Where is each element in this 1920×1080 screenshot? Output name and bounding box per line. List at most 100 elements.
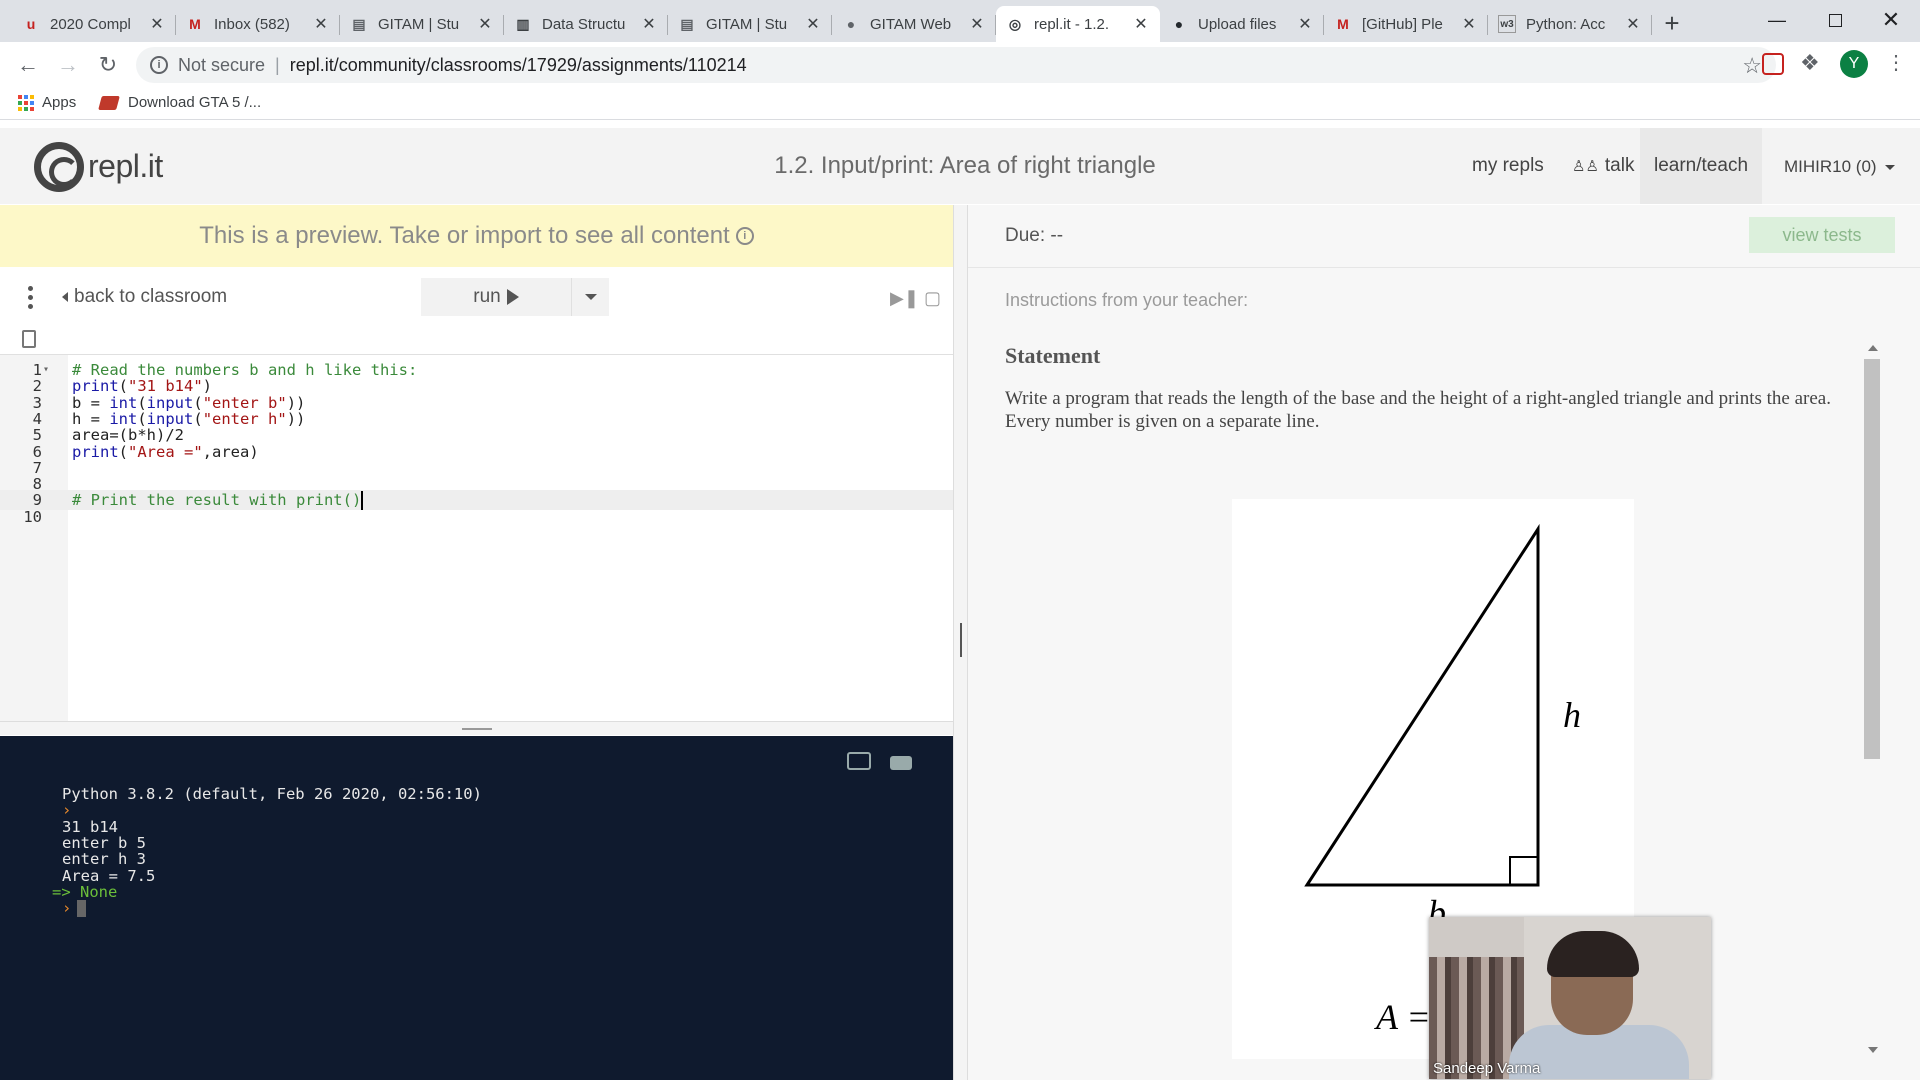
page-title: 1.2. Input/print: Area of right triangle: [774, 152, 1156, 179]
code-editor[interactable]: 1 ▾ # Read the numbers b and h like this: 2…: [0, 354, 953, 1075]
nav-talk-label: talk: [1604, 155, 1635, 176]
webcam-overlay[interactable]: Sandeep Varma: [1429, 917, 1711, 1079]
tab-title: Upload files: [1198, 15, 1277, 33]
view-tests-button[interactable]: view tests: [1749, 217, 1895, 253]
tab-title: Inbox (582): [214, 15, 290, 33]
close-tab-icon[interactable]: ✕: [312, 14, 330, 34]
minimize-button[interactable]: —: [1748, 0, 1806, 40]
line-number: 10: [23, 507, 42, 526]
console-line: Python 3.8.2 (default, Feb 26 2020, 02:5…: [62, 784, 482, 804]
apps-grid-icon: [18, 94, 34, 111]
doc-icon: ▤: [352, 15, 366, 32]
browser-tab[interactable]: ▥ Data Structu ✕: [504, 6, 668, 42]
bookmark-label: Download GTA 5 /...: [128, 94, 262, 111]
console-clear-icon[interactable]: [847, 752, 871, 770]
browser-tab[interactable]: M Inbox (582) ✕: [176, 6, 340, 42]
browser-tab[interactable]: ● GITAM Web ✕: [832, 6, 996, 42]
browser-tab[interactable]: w3 Python: Acc ✕: [1488, 6, 1652, 42]
close-window-button[interactable]: ✕: [1862, 0, 1920, 40]
close-tab-icon[interactable]: ✕: [1296, 14, 1314, 34]
extensions-puzzle-icon[interactable]: ❖: [1800, 50, 1820, 76]
back-to-classroom-link[interactable]: back to classroom: [62, 286, 227, 308]
kebab-menu-icon[interactable]: [28, 286, 33, 313]
browser-tab[interactable]: ◎ repl.it - 1.2. ✕: [996, 6, 1160, 42]
new-tab-button[interactable]: +: [1657, 8, 1687, 38]
close-tab-icon[interactable]: ✕: [1624, 14, 1642, 34]
panel-divider-line: [968, 267, 1920, 268]
back-arrow-icon[interactable]: ←: [12, 49, 44, 81]
pocket-extension-icon[interactable]: [1762, 53, 1784, 75]
console-delete-icon[interactable]: [890, 756, 912, 770]
code-line[interactable]: 10: [0, 507, 953, 527]
run-label: run: [473, 286, 501, 307]
play-icon: [506, 289, 519, 305]
panel-divider[interactable]: [953, 205, 968, 1080]
label-area: A =: [1374, 997, 1431, 1037]
run-button[interactable]: run: [421, 278, 571, 316]
console-line: ›: [62, 898, 87, 918]
bookmark-label: Apps: [42, 94, 77, 111]
forward-arrow-icon[interactable]: →: [52, 49, 84, 81]
tab-title: GITAM | Stu: [706, 15, 788, 33]
webcam-name-label: Sandeep Varma: [1433, 1060, 1541, 1077]
url-text[interactable]: repl.it/community/classrooms/17929/assig…: [290, 55, 747, 76]
browser-tab[interactable]: ▤ GITAM | Stu ✕: [340, 6, 504, 42]
console-text: Python 3.8.2 (default, Feb 26 2020, 02:5…: [62, 785, 482, 803]
statement-scrollbar[interactable]: [1864, 345, 1880, 1055]
nav-learn-teach[interactable]: learn/teach: [1640, 128, 1763, 204]
run-options-dropdown[interactable]: [571, 278, 609, 316]
console-text: ›: [62, 899, 72, 918]
browser-tab[interactable]: ● Upload files ✕: [1160, 6, 1324, 42]
editor-console-resize-handle[interactable]: [0, 721, 953, 735]
fullscreen-exit-icon[interactable]: ▢: [924, 288, 941, 309]
file-icon[interactable]: [22, 330, 36, 348]
bookmark-star-icon[interactable]: ☆: [1742, 53, 1762, 79]
tab-title: 2020 Compl: [50, 15, 131, 33]
browser-tab[interactable]: u 2020 Compl ✕: [12, 6, 176, 42]
console-output[interactable]: Python 3.8.2 (default, Feb 26 2020, 02:5…: [0, 736, 953, 1080]
maximize-button[interactable]: [1806, 0, 1864, 40]
bookmarks-bar: Apps Download GTA 5 /...: [0, 88, 1920, 120]
address-bar[interactable]: i Not secure | repl.it/community/classro…: [136, 47, 1776, 83]
replit-logo-text[interactable]: repl.it: [88, 148, 163, 185]
info-icon[interactable]: i: [735, 227, 754, 245]
profile-avatar[interactable]: Y: [1840, 50, 1868, 78]
gmail-icon: M: [1337, 16, 1349, 32]
close-tab-icon[interactable]: ✕: [640, 14, 658, 34]
close-tab-icon[interactable]: ✕: [968, 14, 986, 34]
browser-menu-icon[interactable]: ⋮: [1886, 50, 1906, 75]
statement-title: Statement: [1005, 343, 1101, 368]
console-cursor: [77, 900, 87, 918]
nav-talk[interactable]: ♙♙ talk: [1572, 155, 1634, 177]
browser-tab[interactable]: ▤ GITAM | Stu ✕: [668, 6, 832, 42]
scrollbar-thumb[interactable]: [1864, 359, 1880, 759]
close-tab-icon[interactable]: ✕: [1132, 14, 1150, 34]
back-link-label: back to classroom: [74, 286, 228, 307]
close-tab-icon[interactable]: ✕: [476, 14, 494, 34]
bookmark-gta[interactable]: Download GTA 5 /...: [98, 94, 262, 111]
step-forward-icon[interactable]: ▶❚: [890, 288, 919, 309]
tab-title: GITAM | Stu: [378, 15, 460, 33]
scroll-down-arrow-icon[interactable]: [1868, 1047, 1878, 1053]
github-icon: ●: [1174, 16, 1184, 32]
user-name: MIHIR10 (0): [1784, 157, 1877, 176]
right-triangle: [1304, 523, 1540, 887]
u-icon: u: [26, 16, 36, 32]
replit-logo-icon[interactable]: [34, 142, 84, 192]
info-icon[interactable]: i: [150, 56, 168, 74]
bookmark-apps[interactable]: Apps: [18, 94, 76, 111]
reload-icon[interactable]: ↻: [92, 49, 124, 81]
statement-body: Write a program that reads the length of…: [1005, 388, 1831, 432]
close-tab-icon[interactable]: ✕: [804, 14, 822, 34]
close-tab-icon[interactable]: ✕: [1460, 14, 1478, 34]
gta-icon: [98, 95, 120, 110]
tab-title: repl.it - 1.2.: [1034, 15, 1110, 33]
instructions-label: Instructions from your teacher:: [1005, 290, 1249, 310]
scroll-up-arrow-icon[interactable]: [1868, 345, 1878, 351]
close-tab-icon[interactable]: ✕: [148, 14, 166, 34]
user-menu[interactable]: MIHIR10 (0): [1784, 157, 1895, 177]
browser-tab[interactable]: M [GitHub] Ple ✕: [1324, 6, 1488, 42]
nav-my-repls[interactable]: my repls: [1472, 155, 1544, 177]
not-secure-label: Not secure: [178, 54, 266, 75]
w3schools-icon: w3: [1498, 15, 1516, 33]
